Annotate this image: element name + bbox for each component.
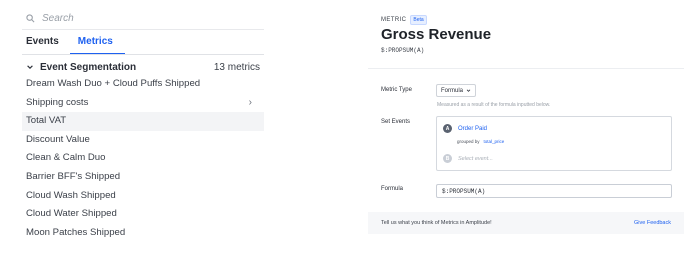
event-row-b[interactable]: B [443, 154, 538, 163]
event-row-a[interactable]: A Order Paid [443, 124, 487, 133]
grouped-by-label: grouped by [457, 139, 480, 144]
event-name-link[interactable]: Order Paid [458, 126, 487, 132]
metric-label: Total VAT [26, 115, 67, 127]
metric-label: Moon Patches Shipped [26, 226, 126, 238]
metric-kind-label: METRIC [381, 17, 407, 23]
event-letter-badge: B [443, 154, 452, 163]
grouped-by-row: grouped by total_price [457, 139, 504, 144]
set-events-label: Set Events [381, 119, 411, 125]
metric-item[interactable]: Cloud Water Shipped [22, 205, 264, 224]
group-title: Event Segmentation [40, 61, 137, 73]
formula-input[interactable] [436, 184, 672, 198]
metric-item[interactable]: Shipping costs › [22, 94, 264, 113]
metric-label: Barrier BFF's Shipped [26, 170, 121, 182]
metric-detail-panel: METRIC Beta Gross Revenue $:PROPSUM(A) M… [368, 0, 684, 254]
metric-label: Dream Wash Duo + Cloud Puffs Shipped [26, 78, 201, 89]
event-letter-badge: A [443, 124, 452, 133]
metric-item[interactable]: Moon Patches Shipped [22, 224, 264, 243]
tab-bar: Events Metrics [26, 36, 132, 55]
metric-kind-header: METRIC Beta [381, 15, 427, 25]
tab-events[interactable]: Events [26, 36, 59, 53]
group-count: 13 metrics [213, 61, 260, 73]
formula-summary: $:PROPSUM(A) [381, 47, 425, 54]
metric-label: Cloud Wash Shipped [26, 189, 116, 201]
tab-metrics[interactable]: Metrics [69, 36, 125, 55]
search-icon [26, 13, 35, 22]
chevron-down-icon [466, 89, 471, 92]
beta-badge: Beta [410, 15, 427, 25]
metric-list: Dream Wash Duo + Cloud Puffs Shipped Shi… [22, 75, 264, 242]
header-divider [368, 68, 684, 69]
tabs-divider [22, 54, 264, 55]
metric-label: Cloud Water Shipped [26, 208, 117, 220]
search-input[interactable] [42, 12, 222, 24]
select-event-input[interactable] [458, 155, 538, 162]
chevron-down-icon [27, 65, 33, 69]
feedback-message: Tell us what you think of Metrics in Amp… [381, 220, 492, 226]
metric-item[interactable]: Dream Wash Duo + Cloud Puffs Shipped [22, 75, 264, 94]
feedback-footer: Tell us what you think of Metrics in Amp… [368, 212, 684, 234]
search-bar[interactable] [26, 11, 222, 25]
metric-item[interactable]: Barrier BFF's Shipped [22, 168, 264, 187]
metric-item[interactable]: Clean & Calm Duo [22, 149, 264, 168]
metrics-sidebar: Events Metrics Event Segmentation 13 met… [0, 0, 268, 254]
grouped-by-property[interactable]: total_price [484, 139, 505, 144]
metric-item[interactable]: Cloud Wash Shipped [22, 187, 264, 206]
formula-label: Formula [381, 186, 404, 192]
metric-type-dropdown[interactable]: Formula [436, 84, 477, 97]
metric-item-selected[interactable]: Total VAT [22, 112, 264, 131]
metric-type-hint: Measured as a result of the formula inpu… [437, 102, 551, 108]
metric-type-label: Metric Type [381, 87, 412, 93]
chevron-right-icon: › [248, 96, 252, 108]
search-divider [22, 29, 264, 30]
page-title: Gross Revenue [381, 26, 492, 43]
metric-label: Clean & Calm Duo [26, 152, 106, 164]
metric-label: Shipping costs [26, 96, 89, 108]
give-feedback-link[interactable]: Give Feedback [634, 220, 671, 226]
set-events-box: A Order Paid grouped by total_price B [436, 116, 672, 171]
metric-type-value: Formula [441, 87, 464, 94]
group-header-event-segmentation[interactable]: Event Segmentation 13 metrics [26, 61, 260, 73]
metric-label: Discount Value [26, 133, 90, 145]
metric-item[interactable]: Discount Value [22, 131, 264, 150]
